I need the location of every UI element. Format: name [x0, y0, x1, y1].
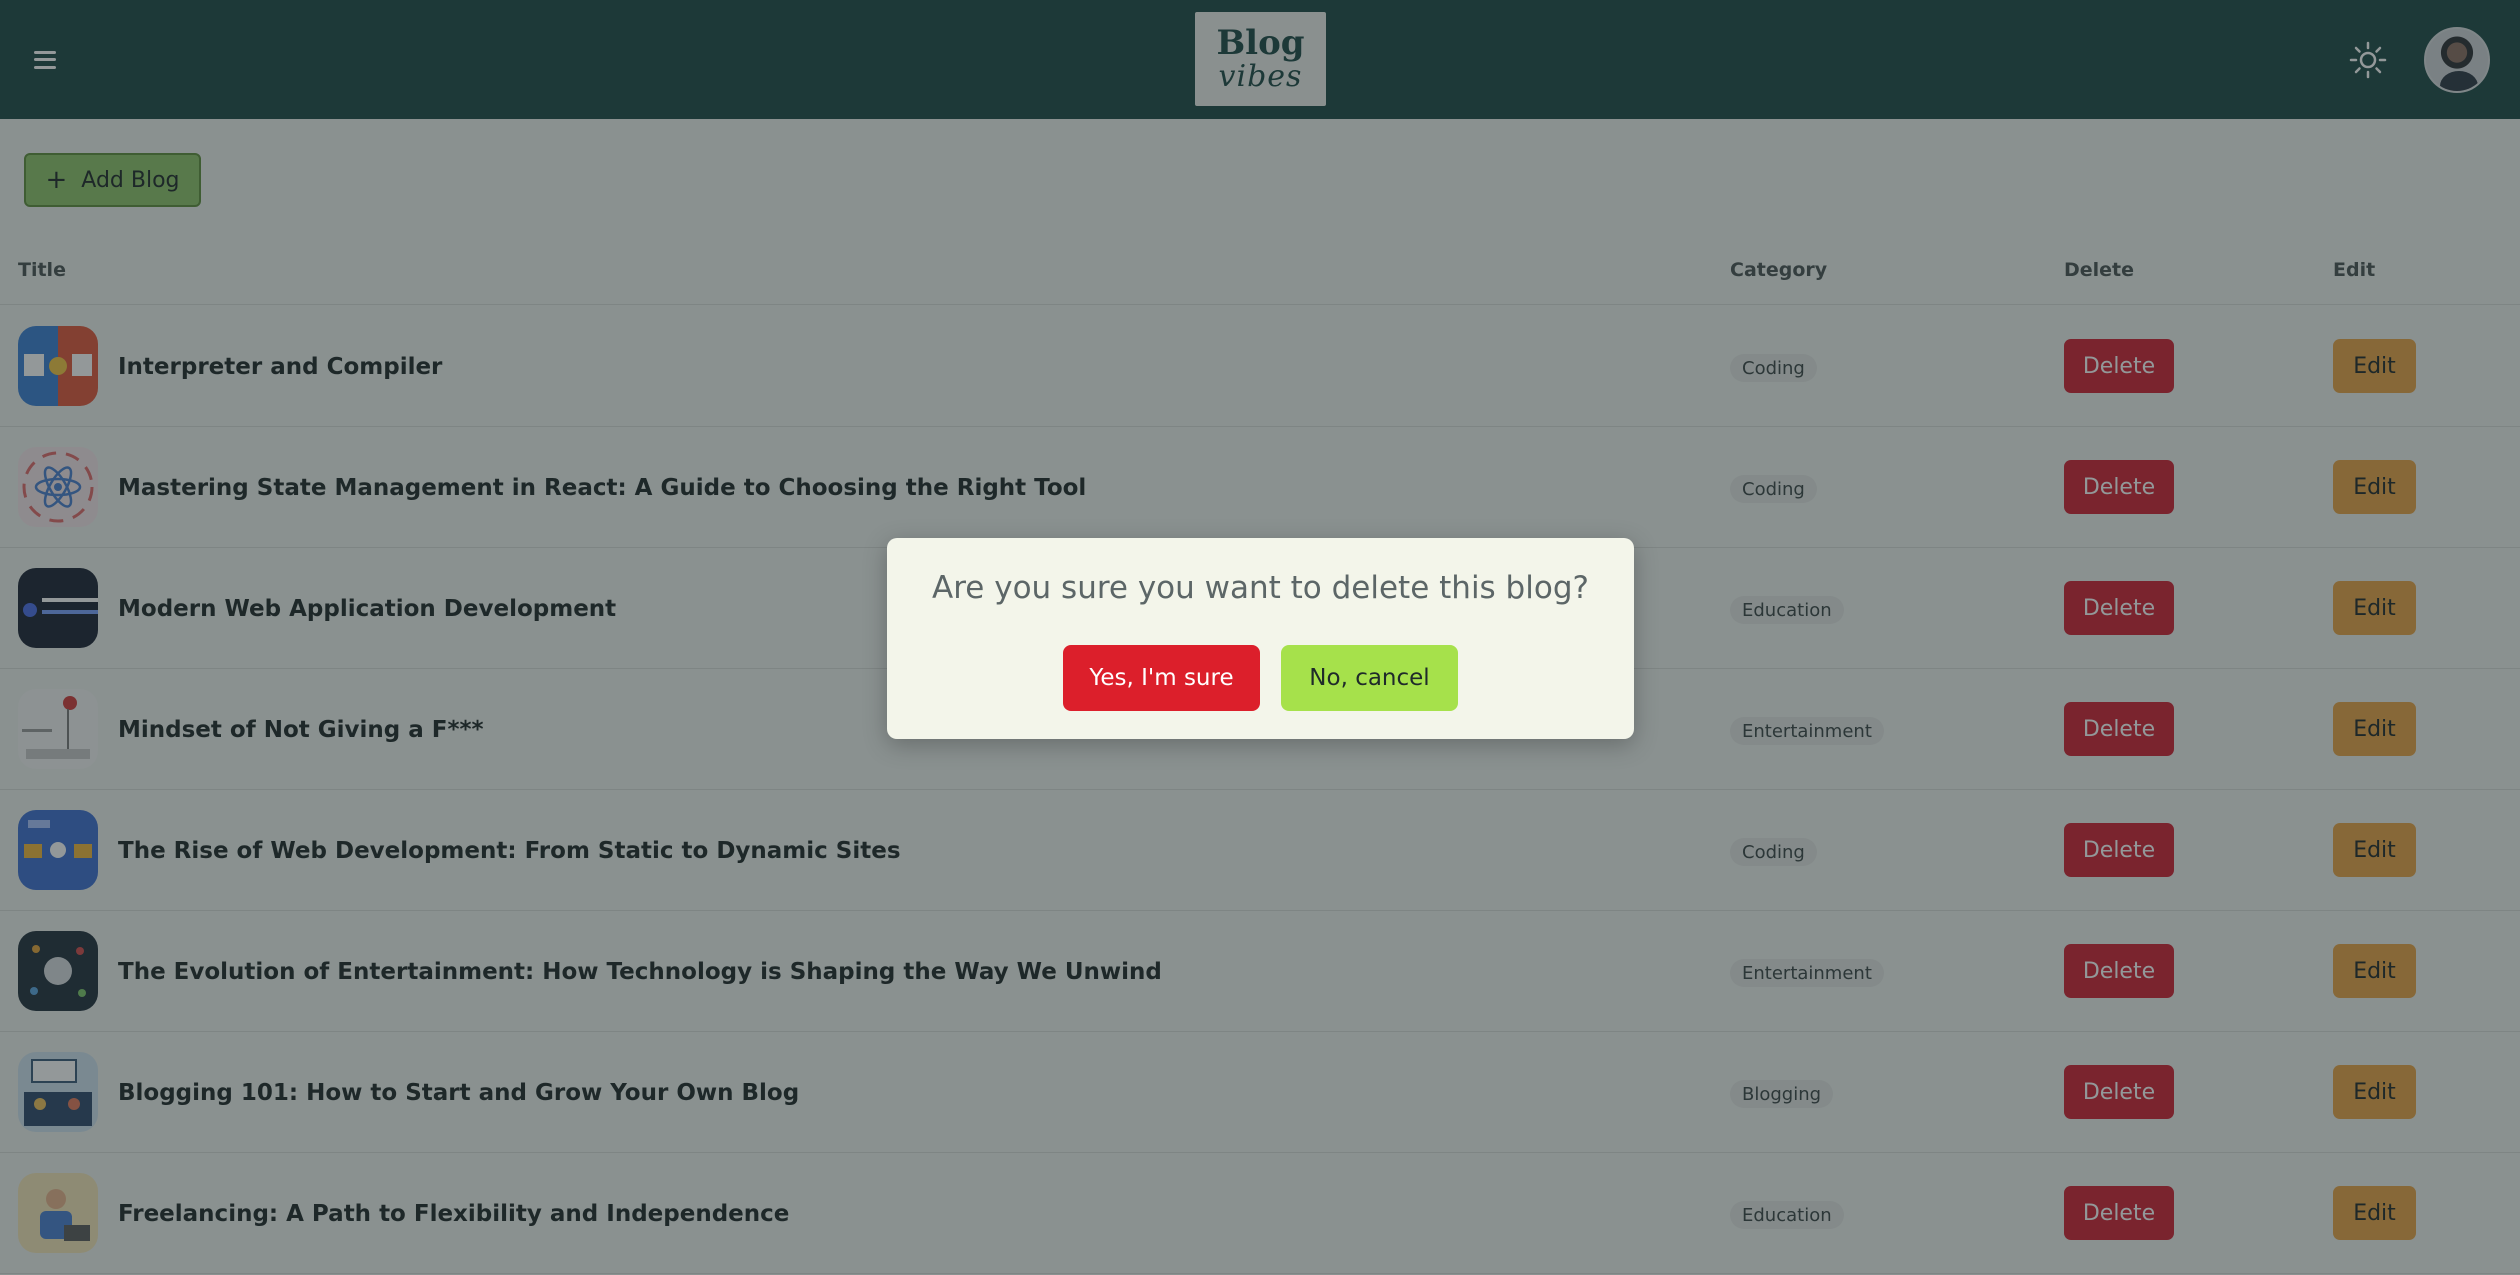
delete-confirmation-modal: Are you sure you want to delete this blo…: [887, 538, 1634, 739]
cancel-button[interactable]: No, cancel: [1281, 645, 1458, 711]
modal-question: Are you sure you want to delete this blo…: [932, 570, 1589, 606]
confirm-delete-button[interactable]: Yes, I'm sure: [1063, 645, 1260, 711]
